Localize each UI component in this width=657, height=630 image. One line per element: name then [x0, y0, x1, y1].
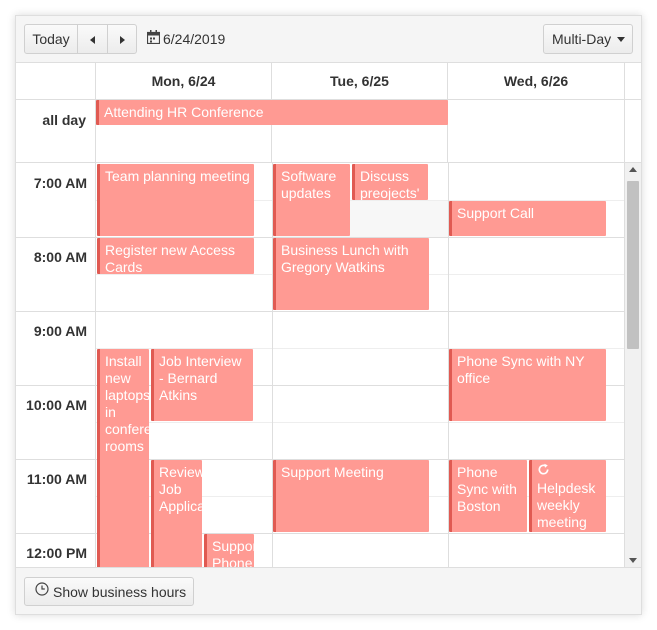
day-header-wed: Wed, 6/26 — [448, 63, 625, 100]
previous-button[interactable] — [77, 24, 108, 54]
calendar-grid: Mon, 6/24 Tue, 6/25 Wed, 6/26 all day At… — [16, 63, 641, 567]
time-label: 9:00 AM — [33, 323, 87, 339]
allday-row: all day Attending HR Conference — [16, 100, 641, 163]
time-slots-pane[interactable]: 7:00 AM 8:00 AM 9:00 AM 10:00 AM 11:00 A… — [16, 163, 641, 567]
view-selector[interactable]: Multi-Day — [543, 24, 633, 54]
day-header-row: Mon, 6/24 Tue, 6/25 Wed, 6/26 — [16, 63, 641, 100]
event-job-interview[interactable]: Job Interview - Bernard Atkins — [151, 349, 253, 421]
view-selector-value: Multi-Day — [552, 31, 612, 47]
next-button[interactable] — [107, 24, 137, 54]
event-software-updates[interactable]: Software updates — [273, 164, 350, 236]
show-business-hours-label: Show business hours — [53, 584, 187, 600]
header-corner — [16, 63, 96, 100]
event-support-phone-sync[interactable]: Support Phone Sync — [204, 534, 254, 567]
event-business-lunch[interactable]: Business Lunch with Gregory Watkins — [273, 238, 429, 310]
event-helpdesk-weekly-title: Helpdesk weekly meeting — [537, 480, 596, 530]
time-label: 8:00 AM — [33, 249, 87, 265]
scheduler-toolbar: Today 6/24/2019 Multi-Day — [16, 16, 641, 63]
current-date: 6/24/2019 — [163, 31, 226, 47]
event-install-laptops[interactable]: Install new laptops in conference rooms — [97, 349, 149, 567]
recurrence-icon — [537, 463, 550, 480]
time-column: 7:00 AM 8:00 AM 9:00 AM 10:00 AM 11:00 A… — [16, 163, 96, 567]
time-label: 7:00 AM — [33, 175, 87, 191]
time-label: 10:00 AM — [26, 397, 87, 413]
allday-label: all day — [16, 100, 96, 163]
time-label: 11:00 AM — [26, 471, 87, 487]
calendar-icon — [146, 24, 161, 54]
chevron-left-icon — [90, 36, 95, 45]
event-support-meeting[interactable]: Support Meeting — [273, 460, 429, 532]
scrollbar-thumb[interactable] — [627, 181, 639, 349]
event-phone-sync-boston[interactable]: Phone Sync with Boston — [449, 460, 527, 532]
today-button[interactable]: Today — [24, 24, 78, 54]
event-discuss-projects[interactable]: Discuss preojects' deliveries — [352, 164, 428, 200]
day-header-tue: Tue, 6/25 — [272, 63, 448, 100]
half-hour-line — [96, 422, 625, 423]
scroll-down-arrow-icon[interactable] — [629, 558, 637, 563]
allday-cell[interactable] — [448, 100, 625, 163]
allday-event[interactable]: Attending HR Conference — [96, 100, 448, 125]
vertical-scrollbar[interactable] — [625, 163, 641, 567]
event-register-access-cards[interactable]: Register new Access Cards — [97, 238, 254, 274]
event-team-planning[interactable]: Team planning meeting — [97, 164, 254, 236]
scheduler: Today 6/24/2019 Multi-Day Mon, 6/24 Tue,… — [15, 15, 642, 615]
scroll-up-arrow-icon[interactable] — [629, 167, 637, 172]
caret-down-icon — [617, 37, 625, 42]
event-helpdesk-weekly[interactable]: Helpdesk weekly meeting — [529, 460, 606, 532]
time-label: 12:00 PM — [26, 545, 87, 561]
event-phone-sync-ny[interactable]: Phone Sync with NY office — [449, 349, 606, 421]
scheduler-footer: Show business hours — [16, 567, 641, 614]
event-review-applications[interactable]: Review Job Applications — [151, 460, 202, 567]
show-business-hours-button[interactable]: Show business hours — [24, 577, 194, 606]
clock-icon — [35, 578, 49, 605]
day-header-mon: Mon, 6/24 — [96, 63, 272, 100]
hour-line — [16, 311, 625, 312]
current-date-picker[interactable]: 6/24/2019 — [146, 24, 226, 54]
chevron-right-icon — [119, 36, 125, 45]
event-support-call[interactable]: Support Call — [449, 201, 606, 236]
